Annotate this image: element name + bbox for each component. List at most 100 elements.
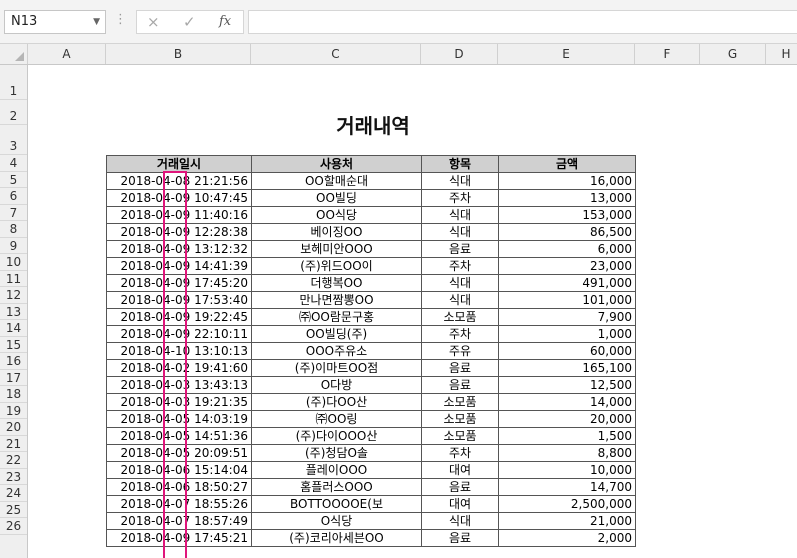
row-header-3[interactable]: 3 <box>0 125 27 155</box>
cell-amount[interactable]: 12,500 <box>498 376 636 394</box>
cell-datetime[interactable]: 2018-04-09 11:40:16 <box>106 206 252 224</box>
cell-merchant[interactable]: OO빌딩(주) <box>251 325 422 343</box>
cell-category[interactable]: 식대 <box>421 512 499 530</box>
column-header-a[interactable]: A <box>28 44 106 64</box>
cell-merchant[interactable]: O다방 <box>251 376 422 394</box>
column-header-b[interactable]: B <box>106 44 251 64</box>
row-header-13[interactable]: 13 <box>0 304 27 320</box>
row-header-8[interactable]: 8 <box>0 221 27 238</box>
column-header-d[interactable]: D <box>421 44 498 64</box>
header-category[interactable]: 항목 <box>421 155 499 173</box>
column-header-h[interactable]: H <box>766 44 797 64</box>
cell-category[interactable]: 소모품 <box>421 427 499 445</box>
cell-datetime[interactable]: 2018-04-09 17:53:40 <box>106 291 252 309</box>
row-header-25[interactable]: 25 <box>0 502 27 518</box>
row-header-17[interactable]: 17 <box>0 370 27 386</box>
cell-category[interactable]: 음료 <box>421 478 499 496</box>
row-header-15[interactable]: 15 <box>0 337 27 353</box>
cell-category[interactable]: 주차 <box>421 257 499 275</box>
row-header-1[interactable]: 1 <box>0 65 27 100</box>
cell-datetime[interactable]: 2018-04-09 19:22:45 <box>106 308 252 326</box>
cell-category[interactable]: 음료 <box>421 376 499 394</box>
cancel-icon[interactable]: × <box>147 13 160 31</box>
cell-amount[interactable]: 21,000 <box>498 512 636 530</box>
cell-merchant[interactable]: ㈜OO람문구홍 <box>251 308 422 326</box>
row-header-26[interactable]: 26 <box>0 518 27 535</box>
cell-datetime[interactable]: 2018-04-05 14:03:19 <box>106 410 252 428</box>
cell-merchant[interactable]: OO빌딩 <box>251 189 422 207</box>
column-header-c[interactable]: C <box>251 44 421 64</box>
row-header-7[interactable]: 7 <box>0 205 27 221</box>
row-header-10[interactable]: 10 <box>0 254 27 271</box>
cell-datetime[interactable]: 2018-04-05 14:51:36 <box>106 427 252 445</box>
cell-datetime[interactable]: 2018-04-09 17:45:21 <box>106 529 252 547</box>
header-datetime[interactable]: 거래일시 <box>106 155 252 173</box>
cell-merchant[interactable]: (주)다OO산 <box>251 393 422 411</box>
row-header-20[interactable]: 20 <box>0 419 27 436</box>
cell-merchant[interactable]: O식당 <box>251 512 422 530</box>
cell-amount[interactable]: 13,000 <box>498 189 636 207</box>
cell-datetime[interactable]: 2018-04-09 17:45:20 <box>106 274 252 292</box>
cell-datetime[interactable]: 2018-04-09 12:28:38 <box>106 223 252 241</box>
cell-datetime[interactable]: 2018-04-03 19:21:35 <box>106 393 252 411</box>
row-header-11[interactable]: 11 <box>0 271 27 287</box>
cell-category[interactable]: 음료 <box>421 240 499 258</box>
row-header-5[interactable]: 5 <box>0 172 27 188</box>
cell-category[interactable]: 식대 <box>421 223 499 241</box>
cell-amount[interactable]: 491,000 <box>498 274 636 292</box>
column-header-e[interactable]: E <box>498 44 635 64</box>
row-header-23[interactable]: 23 <box>0 469 27 485</box>
cell-datetime[interactable]: 2018-04-07 18:55:26 <box>106 495 252 513</box>
cell-amount[interactable]: 8,800 <box>498 444 636 462</box>
cell-datetime[interactable]: 2018-04-09 22:10:11 <box>106 325 252 343</box>
row-header-24[interactable]: 24 <box>0 485 27 502</box>
cell-category[interactable]: 소모품 <box>421 308 499 326</box>
cell-merchant[interactable]: (주)다이OOO산 <box>251 427 422 445</box>
row-header-16[interactable]: 16 <box>0 353 27 370</box>
cell-category[interactable]: 주차 <box>421 189 499 207</box>
cell-category[interactable]: 대여 <box>421 495 499 513</box>
cell-datetime[interactable]: 2018-04-08 21:21:56 <box>106 172 252 190</box>
cell-merchant[interactable]: ㈜OO링 <box>251 410 422 428</box>
column-header-g[interactable]: G <box>700 44 766 64</box>
cell-amount[interactable]: 10,000 <box>498 461 636 479</box>
cell-amount[interactable]: 101,000 <box>498 291 636 309</box>
insert-function-icon[interactable]: fx <box>219 14 231 29</box>
cell-amount[interactable]: 1,500 <box>498 427 636 445</box>
cell-category[interactable]: 음료 <box>421 359 499 377</box>
cell-category[interactable]: 주차 <box>421 325 499 343</box>
cell-datetime[interactable]: 2018-04-09 14:41:39 <box>106 257 252 275</box>
cell-merchant[interactable]: OO식당 <box>251 206 422 224</box>
select-all-corner[interactable] <box>0 44 28 64</box>
row-header-19[interactable]: 19 <box>0 403 27 419</box>
cell-datetime[interactable]: 2018-04-02 19:41:60 <box>106 359 252 377</box>
cell-datetime[interactable]: 2018-04-05 20:09:51 <box>106 444 252 462</box>
cell-datetime[interactable]: 2018-04-10 13:10:13 <box>106 342 252 360</box>
column-header-f[interactable]: F <box>635 44 700 64</box>
cell-amount[interactable]: 165,100 <box>498 359 636 377</box>
cell-category[interactable]: 음료 <box>421 529 499 547</box>
cell-amount[interactable]: 2,000 <box>498 529 636 547</box>
header-amount[interactable]: 금액 <box>498 155 636 173</box>
cell-amount[interactable]: 14,000 <box>498 393 636 411</box>
cell-datetime[interactable]: 2018-04-07 18:57:49 <box>106 512 252 530</box>
cell-merchant[interactable]: 더행복OO <box>251 274 422 292</box>
row-header-6[interactable]: 6 <box>0 188 27 205</box>
name-box[interactable]: N13 ▼ <box>4 10 106 34</box>
cell-amount[interactable]: 60,000 <box>498 342 636 360</box>
cell-category[interactable]: 식대 <box>421 206 499 224</box>
cell-category[interactable]: 주차 <box>421 444 499 462</box>
cell-amount[interactable]: 20,000 <box>498 410 636 428</box>
cell-merchant[interactable]: BOTTOOOOE(보 <box>251 495 422 513</box>
cell-datetime[interactable]: 2018-04-09 13:12:32 <box>106 240 252 258</box>
chevron-down-icon[interactable]: ▼ <box>93 11 100 33</box>
cell-merchant[interactable]: 홈플러스OOO <box>251 478 422 496</box>
cell-datetime[interactable]: 2018-04-03 13:43:13 <box>106 376 252 394</box>
cell-category[interactable]: 식대 <box>421 172 499 190</box>
cell-merchant[interactable]: 플레이OOO <box>251 461 422 479</box>
cell-datetime[interactable]: 2018-04-06 18:50:27 <box>106 478 252 496</box>
cell-merchant[interactable]: OOO주유소 <box>251 342 422 360</box>
cell-amount[interactable]: 7,900 <box>498 308 636 326</box>
cell-amount[interactable]: 153,000 <box>498 206 636 224</box>
row-header-21[interactable]: 21 <box>0 436 27 452</box>
